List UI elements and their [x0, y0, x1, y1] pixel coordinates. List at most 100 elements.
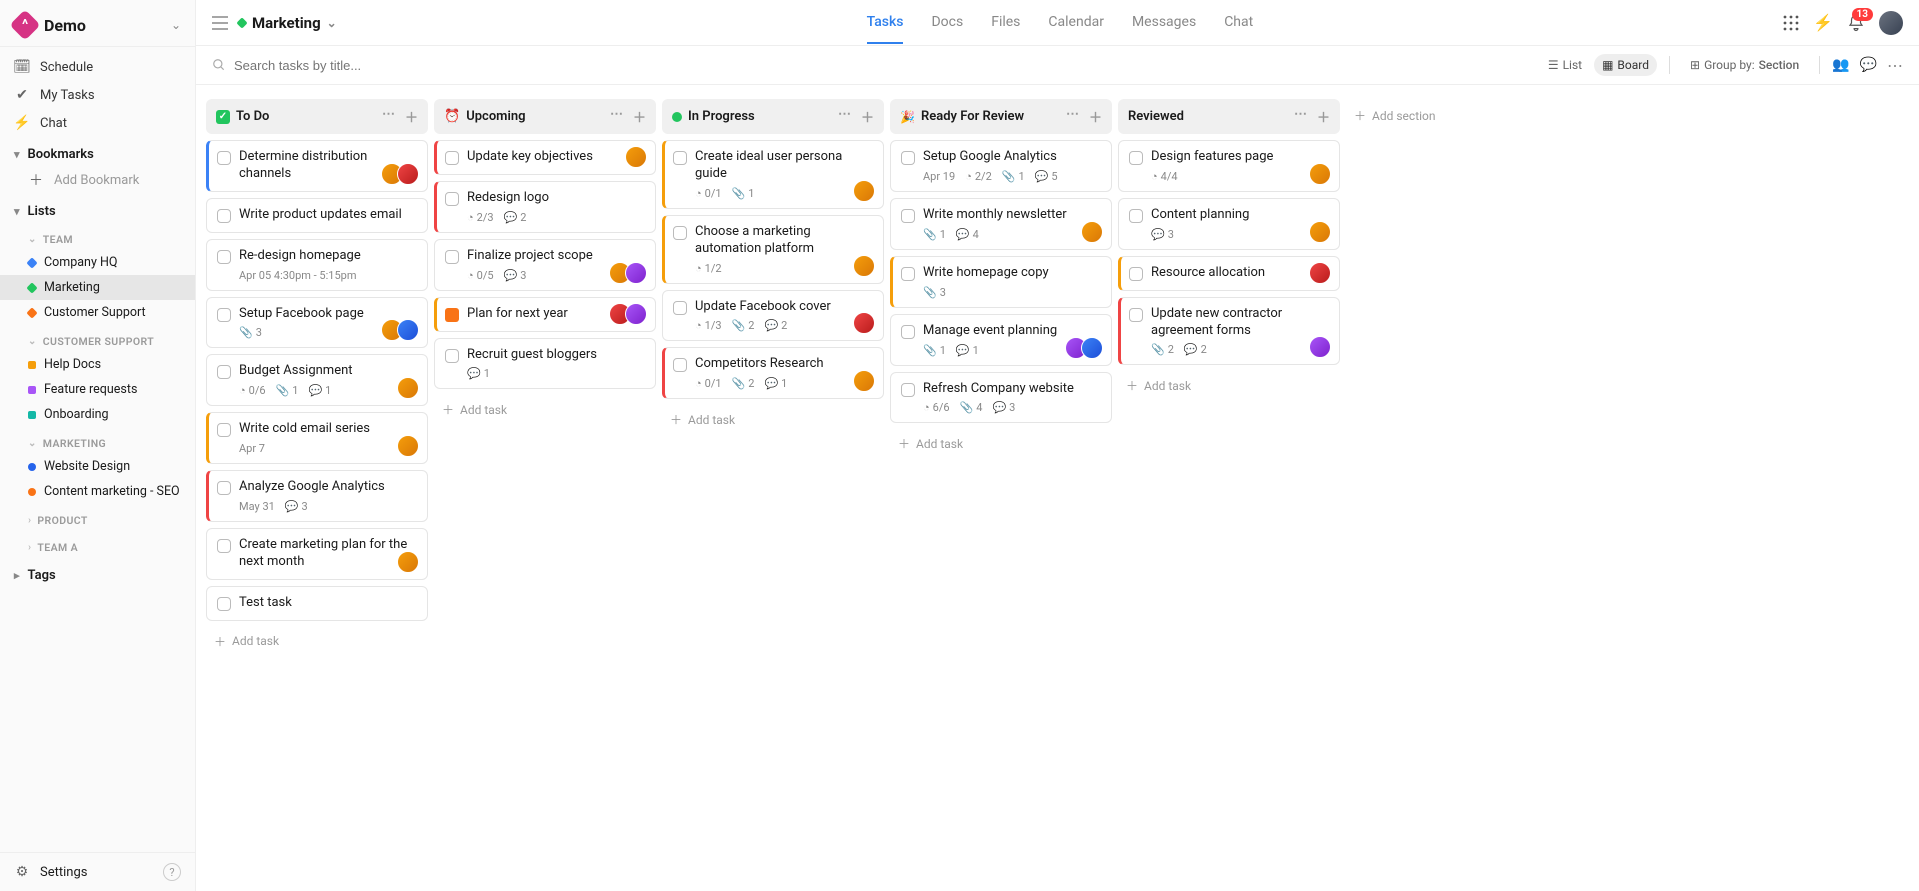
column-more-icon[interactable]: ⋯ — [838, 107, 851, 126]
sidebar-item-help-docs[interactable]: Help Docs — [0, 352, 195, 377]
task-card[interactable]: Design features page◔4/4 — [1118, 140, 1340, 192]
assignee-avatars[interactable] — [1315, 163, 1331, 185]
members-icon[interactable]: 👥 — [1832, 57, 1849, 73]
apps-grid-icon[interactable] — [1783, 15, 1799, 31]
column-header[interactable]: 🎉Ready For Review⋯＋ — [890, 99, 1112, 134]
column-add-icon[interactable]: ＋ — [633, 107, 646, 126]
assignee-avatars[interactable] — [859, 180, 875, 202]
column-header[interactable]: Reviewed⋯＋ — [1118, 99, 1340, 134]
view-list-button[interactable]: ☰ List — [1540, 54, 1590, 76]
task-card[interactable]: Plan for next year — [434, 297, 656, 332]
sidebar-group-team[interactable]: ⌄TEAM — [0, 223, 195, 250]
task-checkbox[interactable] — [217, 151, 231, 165]
task-card[interactable]: Recruit guest bloggers💬1 — [434, 338, 656, 390]
tab-files[interactable]: Files — [991, 2, 1020, 44]
sidebar-item-content-marketing---seo[interactable]: Content marketing - SEO — [0, 479, 195, 504]
assignee-avatars[interactable] — [615, 303, 647, 325]
assignee-avatars[interactable] — [1315, 221, 1331, 243]
more-icon[interactable]: ⋯ — [1887, 56, 1903, 75]
task-checkbox[interactable] — [1129, 267, 1143, 281]
task-checkbox[interactable] — [217, 250, 231, 264]
tab-docs[interactable]: Docs — [931, 2, 963, 44]
tab-chat[interactable]: Chat — [1224, 2, 1253, 44]
hamburger-icon[interactable] — [212, 16, 228, 30]
task-card[interactable]: Write cold email seriesApr 7 — [206, 412, 428, 464]
assignee-avatars[interactable] — [859, 255, 875, 277]
add-section-button[interactable]: ＋Add section — [1346, 99, 1486, 132]
task-checkbox[interactable] — [217, 481, 231, 495]
list-title[interactable]: Marketing ⌄ — [238, 14, 337, 32]
sidebar-item-company-hq[interactable]: Company HQ — [0, 250, 195, 275]
task-checkbox[interactable] — [901, 151, 915, 165]
task-card[interactable]: Budget Assignment◔0/6📎1💬1 — [206, 354, 428, 406]
column-add-icon[interactable]: ＋ — [405, 107, 418, 126]
column-more-icon[interactable]: ⋯ — [610, 107, 623, 126]
task-card[interactable]: Competitors Research◔0/1📎2💬1 — [662, 347, 884, 399]
group-by-button[interactable]: ⊞ Group by: Section — [1682, 54, 1807, 76]
task-card[interactable]: Refresh Company website◔6/6📎4💬3 — [890, 372, 1112, 424]
task-card[interactable]: Setup Google AnalyticsApr 19◔2/2📎1💬5 — [890, 140, 1112, 192]
task-checkbox[interactable] — [901, 325, 915, 339]
task-card[interactable]: Finalize project scope◔0/5💬3 — [434, 239, 656, 291]
task-checkbox[interactable] — [445, 151, 459, 165]
task-card[interactable]: Update new contractor agreement forms📎2💬… — [1118, 297, 1340, 366]
sidebar-group-marketing[interactable]: ⌄MARKETING — [0, 427, 195, 454]
bell-icon[interactable]: 13 — [1847, 14, 1865, 32]
comment-panel-icon[interactable]: 💬 — [1860, 57, 1877, 73]
sidebar-item-feature-requests[interactable]: Feature requests — [0, 377, 195, 402]
task-checkbox[interactable] — [217, 365, 231, 379]
task-card[interactable]: Redesign logo◔2/3💬2 — [434, 181, 656, 233]
task-checkbox[interactable] — [217, 539, 231, 553]
task-checkbox[interactable] — [901, 267, 915, 281]
help-icon[interactable]: ? — [163, 863, 181, 881]
task-card[interactable]: Create ideal user persona guide◔0/1📎1 — [662, 140, 884, 209]
task-checkbox[interactable] — [673, 358, 687, 372]
task-checkbox[interactable] — [1129, 308, 1143, 322]
column-more-icon[interactable]: ⋯ — [382, 107, 395, 126]
sidebar-item-onboarding[interactable]: Onboarding — [0, 402, 195, 427]
task-card[interactable]: Choose a marketing automation platform◔1… — [662, 215, 884, 284]
task-checkbox[interactable] — [445, 250, 459, 264]
sidebar-item-website-design[interactable]: Website Design — [0, 454, 195, 479]
task-card[interactable]: Manage event planning📎1💬1 — [890, 314, 1112, 366]
task-card[interactable]: Write monthly newsletter📎1💬4 — [890, 198, 1112, 250]
sidebar-group-team-a[interactable]: ›TEAM A — [0, 531, 195, 558]
task-checkbox[interactable] — [1129, 151, 1143, 165]
task-card[interactable]: Re-design homepageApr 05 4:30pm - 5:15pm — [206, 239, 428, 291]
assignee-avatars[interactable] — [1315, 262, 1331, 284]
task-checkbox[interactable] — [901, 383, 915, 397]
search-input[interactable] — [234, 58, 1530, 73]
gear-icon[interactable]: ⚙ — [14, 864, 30, 880]
settings-link[interactable]: Settings — [40, 865, 87, 880]
task-card[interactable]: Content planning💬3 — [1118, 198, 1340, 250]
assignee-avatars[interactable] — [631, 146, 647, 168]
chevron-down-icon[interactable]: ⌄ — [171, 18, 181, 32]
task-checkbox[interactable] — [217, 308, 231, 322]
task-card[interactable]: Setup Facebook page📎3 — [206, 297, 428, 349]
assignee-avatars[interactable] — [403, 551, 419, 573]
column-more-icon[interactable]: ⋯ — [1294, 107, 1307, 126]
nav-my-tasks[interactable]: ✔ My Tasks — [0, 81, 195, 109]
task-card[interactable]: Update Facebook cover◔1/3📎2💬2 — [662, 290, 884, 342]
view-board-button[interactable]: ▦ Board — [1594, 54, 1657, 76]
assignee-avatars[interactable] — [1315, 336, 1331, 358]
task-checkbox[interactable] — [673, 151, 687, 165]
task-card[interactable]: Write homepage copy📎3 — [890, 256, 1112, 308]
task-checkbox[interactable] — [673, 301, 687, 315]
add-task-button[interactable]: ＋Add task — [206, 627, 428, 656]
assignee-avatars[interactable] — [403, 377, 419, 399]
assignee-avatars[interactable] — [615, 262, 647, 284]
task-card[interactable]: Test task — [206, 586, 428, 621]
column-add-icon[interactable]: ＋ — [861, 107, 874, 126]
task-checkbox[interactable] — [217, 423, 231, 437]
add-task-button[interactable]: ＋Add task — [890, 429, 1112, 458]
column-header[interactable]: In Progress⋯＋ — [662, 99, 884, 134]
assignee-avatars[interactable] — [403, 435, 419, 457]
task-card[interactable]: Write product updates email — [206, 198, 428, 233]
column-add-icon[interactable]: ＋ — [1317, 107, 1330, 126]
column-more-icon[interactable]: ⋯ — [1066, 107, 1079, 126]
section-tags[interactable]: ▸ Tags — [0, 558, 195, 587]
task-checkbox[interactable] — [673, 226, 687, 240]
task-card[interactable]: Analyze Google AnalyticsMay 31💬3 — [206, 470, 428, 522]
user-avatar[interactable] — [1879, 11, 1903, 35]
